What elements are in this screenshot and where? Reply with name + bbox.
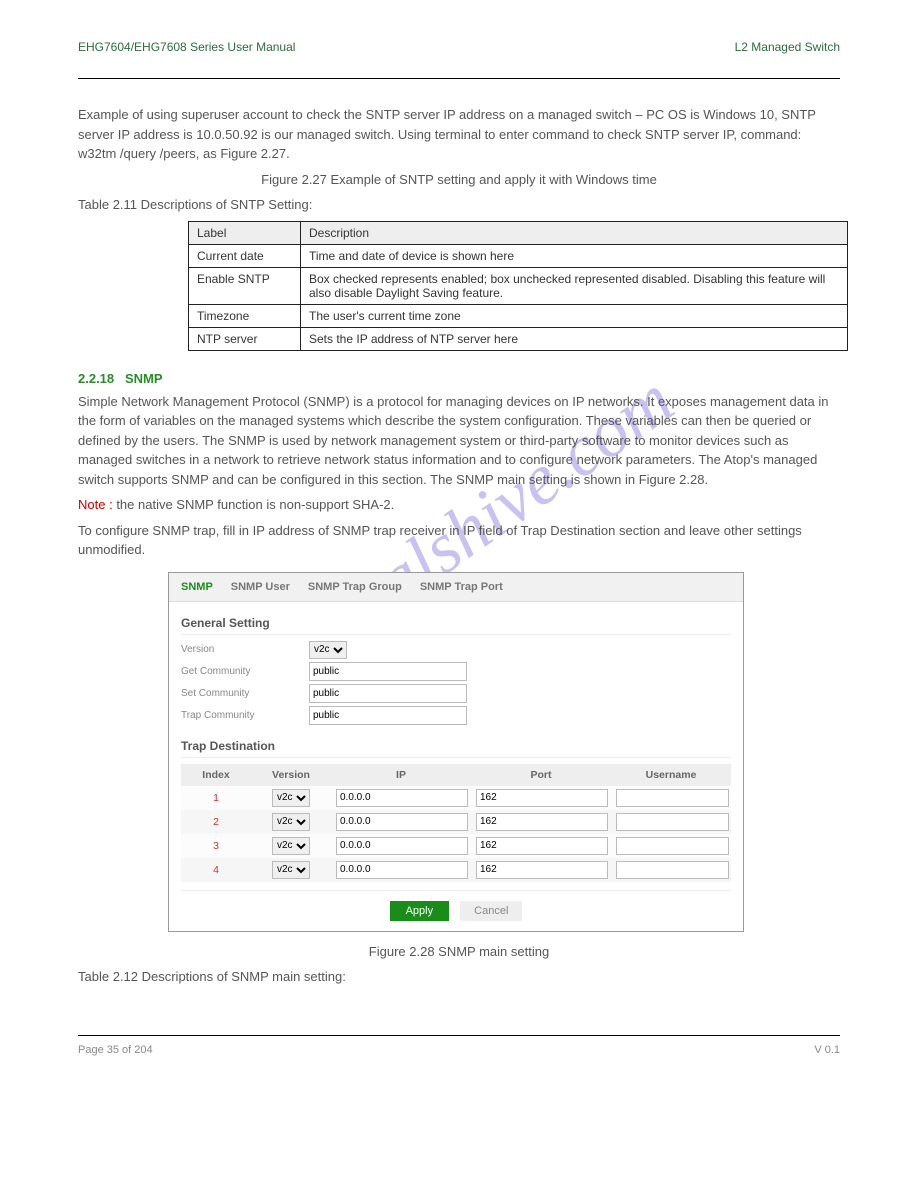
trap-username-input[interactable] xyxy=(616,861,729,879)
header-left: EHG7604/EHG7608 Series User Manual xyxy=(78,40,295,54)
tbl211-head-label: Label xyxy=(189,221,301,244)
table-row: 3 v2c xyxy=(181,834,731,858)
trap-th-version: Version xyxy=(251,764,331,786)
tbl211-r0c0: Current date xyxy=(189,244,301,267)
table-2-11: Label Description Current dateTime and d… xyxy=(188,221,848,351)
tbl211-head-desc: Description xyxy=(301,221,848,244)
trap-community-label: Trap Community xyxy=(181,710,309,721)
trap-ip-input[interactable] xyxy=(336,789,468,807)
header-right: L2 Managed Switch xyxy=(735,40,840,54)
trap-ip-input[interactable] xyxy=(336,861,468,879)
section-2218-number: 2.2.18 xyxy=(78,371,114,386)
trap-ip-input[interactable] xyxy=(336,813,468,831)
trap-port-input[interactable] xyxy=(476,861,608,879)
tbl211-r2c0: Timezone xyxy=(189,304,301,327)
trap-version-select[interactable]: v2c xyxy=(272,813,310,831)
tab-snmp-trap-port[interactable]: SNMP Trap Port xyxy=(420,581,503,593)
trap-th-port: Port xyxy=(471,764,611,786)
trap-ip-input[interactable] xyxy=(336,837,468,855)
version-select[interactable]: v2c xyxy=(309,641,347,659)
trap-username-input[interactable] xyxy=(616,813,729,831)
trap-port-input[interactable] xyxy=(476,837,608,855)
trap-destination-title: Trap Destination xyxy=(181,739,731,758)
trap-th-index: Index xyxy=(181,764,251,786)
apply-button[interactable]: Apply xyxy=(390,901,450,921)
snmp-description-paragraph: Simple Network Management Protocol (SNMP… xyxy=(78,392,840,490)
trap-th-username: Username xyxy=(611,764,731,786)
table-2-12-caption: Table 2.12 Descriptions of SNMP main set… xyxy=(78,967,840,987)
trap-version-select[interactable]: v2c xyxy=(272,789,310,807)
note-text: the native SNMP function is non-support … xyxy=(116,497,394,512)
trap-idx-2: 2 xyxy=(181,810,251,834)
tab-snmp-user[interactable]: SNMP User xyxy=(231,581,290,593)
figure-2-28-caption: Figure 2.28 SNMP main setting xyxy=(78,942,840,962)
trap-th-ip: IP xyxy=(331,764,471,786)
footer-divider xyxy=(78,1035,840,1036)
trap-version-select[interactable]: v2c xyxy=(272,861,310,879)
trap-destination-table: Index Version IP Port Username 1 v2c 2 v… xyxy=(181,764,731,882)
table-row: 4 v2c xyxy=(181,858,731,882)
trap-version-select[interactable]: v2c xyxy=(272,837,310,855)
trap-port-input[interactable] xyxy=(476,813,608,831)
tbl211-r0c1: Time and date of device is shown here xyxy=(301,244,848,267)
trap-idx-4: 4 xyxy=(181,858,251,882)
table-row: 1 v2c xyxy=(181,786,731,810)
snmp-settings-panel: SNMP SNMP User SNMP Trap Group SNMP Trap… xyxy=(168,572,744,932)
tab-snmp-trap-group[interactable]: SNMP Trap Group xyxy=(308,581,402,593)
cancel-button[interactable]: Cancel xyxy=(460,901,522,921)
set-community-input[interactable] xyxy=(309,684,467,703)
tbl211-r3c1: Sets the IP address of NTP server here xyxy=(301,327,848,350)
footer-page: Page 35 of 204 xyxy=(78,1044,153,1056)
footer-version: V 0.1 xyxy=(814,1044,840,1056)
note-label: Note : xyxy=(78,497,113,512)
get-community-input[interactable] xyxy=(309,662,467,681)
tab-snmp[interactable]: SNMP xyxy=(181,581,213,593)
intro-paragraph: Example of using superuser account to ch… xyxy=(78,105,840,164)
table-2-11-caption: Table 2.11 Descriptions of SNTP Setting: xyxy=(78,195,840,215)
table-row: 2 v2c xyxy=(181,810,731,834)
tbl211-r3c0: NTP server xyxy=(189,327,301,350)
general-setting-title: General Setting xyxy=(181,616,731,635)
trap-username-input[interactable] xyxy=(616,837,729,855)
snmp-trap-config-paragraph: To configure SNMP trap, fill in IP addre… xyxy=(78,521,840,560)
trap-username-input[interactable] xyxy=(616,789,729,807)
version-label: Version xyxy=(181,644,309,655)
section-2218-title: SNMP xyxy=(125,371,163,386)
get-community-label: Get Community xyxy=(181,666,309,677)
tbl211-r1c0: Enable SNTP xyxy=(189,267,301,304)
header-divider xyxy=(78,78,840,79)
figure-2-27-caption: Figure 2.27 Example of SNTP setting and … xyxy=(78,170,840,190)
trap-port-input[interactable] xyxy=(476,789,608,807)
tbl211-r2c1: The user's current time zone xyxy=(301,304,848,327)
trap-idx-1: 1 xyxy=(181,786,251,810)
trap-community-input[interactable] xyxy=(309,706,467,725)
tbl211-r1c1: Box checked represents enabled; box unch… xyxy=(301,267,848,304)
set-community-label: Set Community xyxy=(181,688,309,699)
trap-idx-3: 3 xyxy=(181,834,251,858)
